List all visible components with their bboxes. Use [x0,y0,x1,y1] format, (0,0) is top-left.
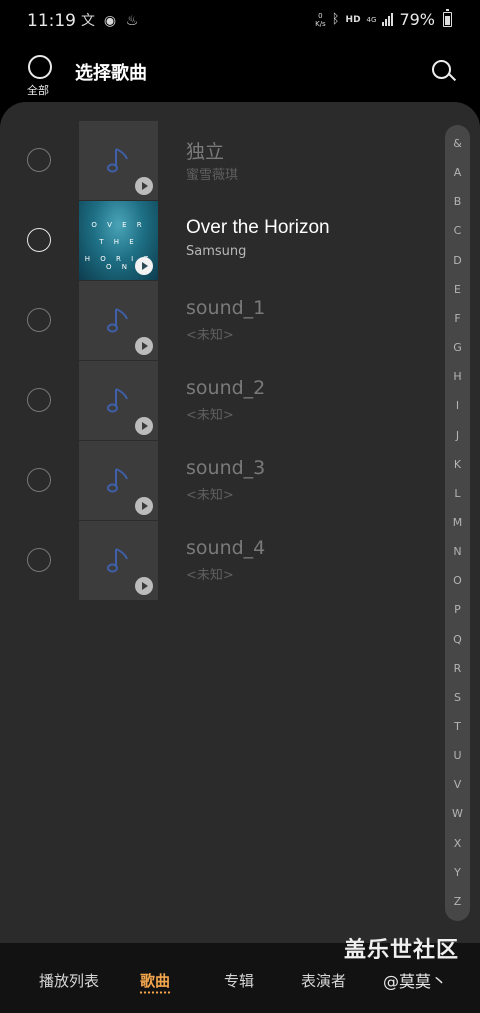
song-thumbnail [79,281,158,360]
music-note-icon [105,385,133,417]
index-letter[interactable]: X [445,837,470,850]
index-letter[interactable]: Q [445,633,470,646]
song-thumbnail [79,361,158,440]
song-title: sound_4 [186,537,266,559]
song-title: sound_1 [186,297,266,319]
active-tab-indicator [139,991,171,994]
notification-icon: ♨ [125,13,139,29]
song-artist: <未知> [186,408,234,423]
wechat-icon: ◉ [103,13,117,29]
song-row[interactable]: O V E RT H EH O R I Z O N Over the Horizo… [0,200,440,280]
index-letter[interactable]: & [445,137,470,150]
song-list-panel: 独立 蜜雪薇琪 O V E RT H EH O R I Z O N Over the … [0,102,480,943]
status-time: 11:19 [27,11,76,31]
album-art-text: O V E R [91,221,146,229]
index-letter[interactable]: E [445,283,470,296]
song-row[interactable]: sound_4 <未知> [0,520,440,600]
song-thumbnail: O V E RT H EH O R I Z O N [79,201,158,280]
music-note-icon [105,545,133,577]
play-icon[interactable] [135,257,153,275]
tab-songs[interactable]: 歌曲 [140,970,170,991]
song-thumbnail [79,521,158,600]
index-letter[interactable]: O [445,574,470,587]
select-all-label[interactable]: 全部 [27,82,49,98]
index-letter[interactable]: R [445,662,470,675]
index-letter[interactable]: H [445,370,470,383]
song-row[interactable]: sound_1 <未知> [0,280,440,360]
index-letter[interactable]: L [445,487,470,500]
hd-label: HD [345,14,361,25]
watermark-site: 盖乐世社区 [344,938,460,963]
index-letter[interactable]: Z [445,895,470,908]
watermark-user: @莫莫丶 [383,972,448,991]
index-letter[interactable]: U [445,749,470,762]
song-select-checkbox[interactable] [27,308,51,332]
index-letter[interactable]: W [445,807,470,820]
song-select-checkbox[interactable] [27,228,51,252]
play-icon[interactable] [135,417,153,435]
song-row[interactable]: sound_3 <未知> [0,440,440,520]
song-title: sound_3 [186,457,266,479]
index-letter[interactable]: Y [445,866,470,879]
net-speed: 0 K/s [315,11,326,28]
index-letter[interactable]: P [445,603,470,616]
select-all-checkbox[interactable] [28,55,52,79]
battery-icon [443,9,452,27]
index-letter[interactable]: D [445,254,470,267]
status-bar: 11:19 文 ◉ ♨ 0 K/s ᛒ HD 4G 79% [0,0,480,44]
music-note-icon [105,465,133,497]
album-art-text: T H E [99,238,138,246]
index-letter[interactable]: V [445,778,470,791]
play-icon[interactable] [135,337,153,355]
status-indicators: 0 K/s ᛒ HD 4G 79% [315,9,452,29]
index-letter[interactable]: J [445,429,470,442]
music-note-icon [105,305,133,337]
play-icon[interactable] [135,497,153,515]
song-row[interactable]: sound_2 <未知> [0,360,440,440]
song-thumbnail [79,441,158,520]
battery-percent: 79% [399,10,435,29]
signal-icon [382,13,394,26]
play-icon[interactable] [135,577,153,595]
song-select-checkbox[interactable] [27,548,51,572]
translate-icon: 文 [81,13,95,29]
song-artist: <未知> [186,488,234,503]
status-notification-icons: 文 ◉ ♨ [80,12,140,30]
tab-playlists[interactable]: 播放列表 [39,970,99,991]
song-select-checkbox[interactable] [27,148,51,172]
music-note-icon [105,145,133,177]
index-letter[interactable]: K [445,458,470,471]
song-thumbnail [79,121,158,200]
song-select-checkbox[interactable] [27,388,51,412]
index-letter[interactable]: I [445,399,470,412]
index-letter[interactable]: G [445,341,470,354]
index-letter[interactable]: N [445,545,470,558]
song-title: sound_2 [186,377,266,399]
index-letter[interactable]: T [445,720,470,733]
play-icon[interactable] [135,177,153,195]
index-letter[interactable]: C [445,224,470,237]
song-artist: <未知> [186,328,234,343]
song-artist: <未知> [186,568,234,583]
index-letter[interactable]: F [445,312,470,325]
search-icon[interactable] [430,58,456,84]
song-artist: Samsung [186,244,247,259]
song-select-checkbox[interactable] [27,468,51,492]
alphabet-index-bar[interactable]: & A B C D E F G H I J K L M N O P Q R S T U V W X Y Z [445,125,470,921]
page-title: 选择歌曲 [75,63,147,84]
song-row[interactable]: 独立 蜜雪薇琪 [0,120,440,200]
tab-artists[interactable]: 表演者 [301,970,346,991]
network-type: 4G [366,15,377,24]
index-letter[interactable]: S [445,691,470,704]
tab-albums[interactable]: 专辑 [224,970,254,991]
bluetooth-icon: ᛒ [331,12,340,27]
index-letter[interactable]: B [445,195,470,208]
song-title: Over the Horizon [186,217,330,238]
index-letter[interactable]: A [445,166,470,179]
song-artist: 蜜雪薇琪 [186,168,239,183]
index-letter[interactable]: M [445,516,470,529]
song-title: 独立 [186,141,225,163]
